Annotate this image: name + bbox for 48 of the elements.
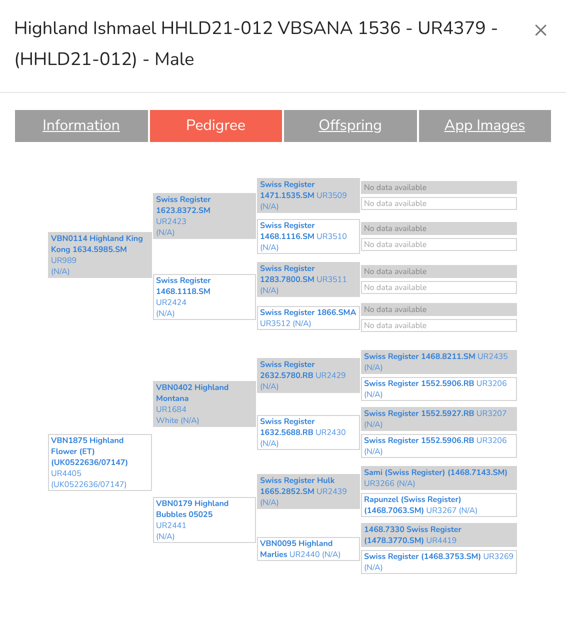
registration-number: UR4405 (51, 468, 82, 478)
animal-name[interactable]: VBN0114 Highland King Kong 1634.5985.SM (51, 233, 149, 255)
animal-note: (N/A) (156, 531, 176, 542)
animal-note: (N/A) (156, 227, 176, 238)
animal-entry[interactable]: Swiss Register 1866.SMA UR3512 (N/A) (260, 306, 357, 328)
no-data-text: No data available (364, 182, 427, 193)
animal-entry[interactable]: Swiss Register 1471.1535.SM UR3509 (N/A) (260, 179, 357, 212)
animal-entry[interactable]: Swiss Register (1468.3753.SM) UR3269 (N/A) (364, 551, 514, 573)
animal-entry[interactable]: Swiss Register 2632.5780.RB UR2429 (N/A) (260, 359, 357, 392)
dialog-title: Highland Ishmael HHLD21-012 VBSANA 1536 - UR4379 - (HHLD21-012) - Male (14, 16, 500, 74)
close-button[interactable]: × (534, 18, 548, 42)
no-data-text: No data available (364, 223, 427, 234)
animal-entry[interactable]: 1468.7330 Swiss Register (1478.3770.SM) UR4419 (364, 524, 514, 546)
animal-entry[interactable]: Rapunzel (Swiss Register) (1468.7063.SM) UR3267 (N/A) (364, 494, 514, 516)
animal-note: (N/A) (156, 308, 176, 319)
animal-name[interactable]: Swiss Register 1623.8372.SM (156, 194, 253, 216)
tab[interactable]: Offspring (284, 110, 416, 142)
no-data-text: No data available (364, 239, 427, 250)
animal-note: (N/A) (51, 266, 71, 277)
animal-entry[interactable]: Sami (Swiss Register) (1468.7143.SM) UR3266 (N/A) (364, 467, 514, 489)
no-data-text: No data available (364, 320, 427, 331)
tab[interactable]: Pedigree (150, 110, 282, 142)
animal-entry[interactable]: Swiss Register Hulk 1665.2852.SM UR2439 (N/A) (260, 475, 357, 508)
animal-entry[interactable]: VBN0095 Highland Marlies UR2440 (N/A) (260, 538, 357, 560)
registration-number: UR2423 (156, 216, 188, 227)
animal-entry[interactable]: Swiss Register 1552.5927.RB UR3207 (N/A) (364, 408, 514, 430)
animal-entry[interactable]: Swiss Register 1552.5906.RB UR3206 (N/A) (364, 435, 514, 457)
animal-entry[interactable]: Swiss Register 1468.1116.SM UR3510 (N/A) (260, 220, 357, 253)
no-data-text: No data available (364, 266, 427, 277)
animal-note: (UK0522636/07147) (51, 478, 128, 490)
registration-number: UR989 (51, 255, 78, 266)
animal-entry[interactable]: Swiss Register 1283.7800.SM UR3511 (N/A) (260, 263, 357, 296)
no-data-text: No data available (364, 198, 427, 209)
animal-note: White (N/A) (156, 415, 200, 426)
animal-entry[interactable]: Swiss Register 1632.5688.RB UR2430 (N/A) (260, 416, 357, 449)
animal-entry[interactable]: Swiss Register 1552.5906.RB UR3206 (N/A) (364, 378, 514, 400)
registration-number: UR2424 (156, 297, 188, 308)
no-data-text: No data available (364, 304, 427, 315)
animal-name[interactable]: VBN1875 Highland Flower (ET) (UK0522636/07147) (51, 434, 149, 468)
animal-name[interactable]: Swiss Register 1468.1118.SM (156, 275, 253, 297)
no-data-text: No data available (364, 282, 427, 293)
animal-entry[interactable]: Swiss Register 1468.8211.SM UR2435 (N/A) (364, 351, 514, 373)
tab[interactable]: App Images (418, 110, 551, 142)
registration-number: UR1684 (156, 404, 188, 415)
tab[interactable]: Information (15, 110, 148, 142)
animal-name[interactable]: VBN0402 Highland Montana (156, 382, 253, 404)
registration-number: UR2441 (156, 520, 188, 531)
animal-name[interactable]: VBN0179 Highland Bubbles 05025 (156, 498, 253, 520)
